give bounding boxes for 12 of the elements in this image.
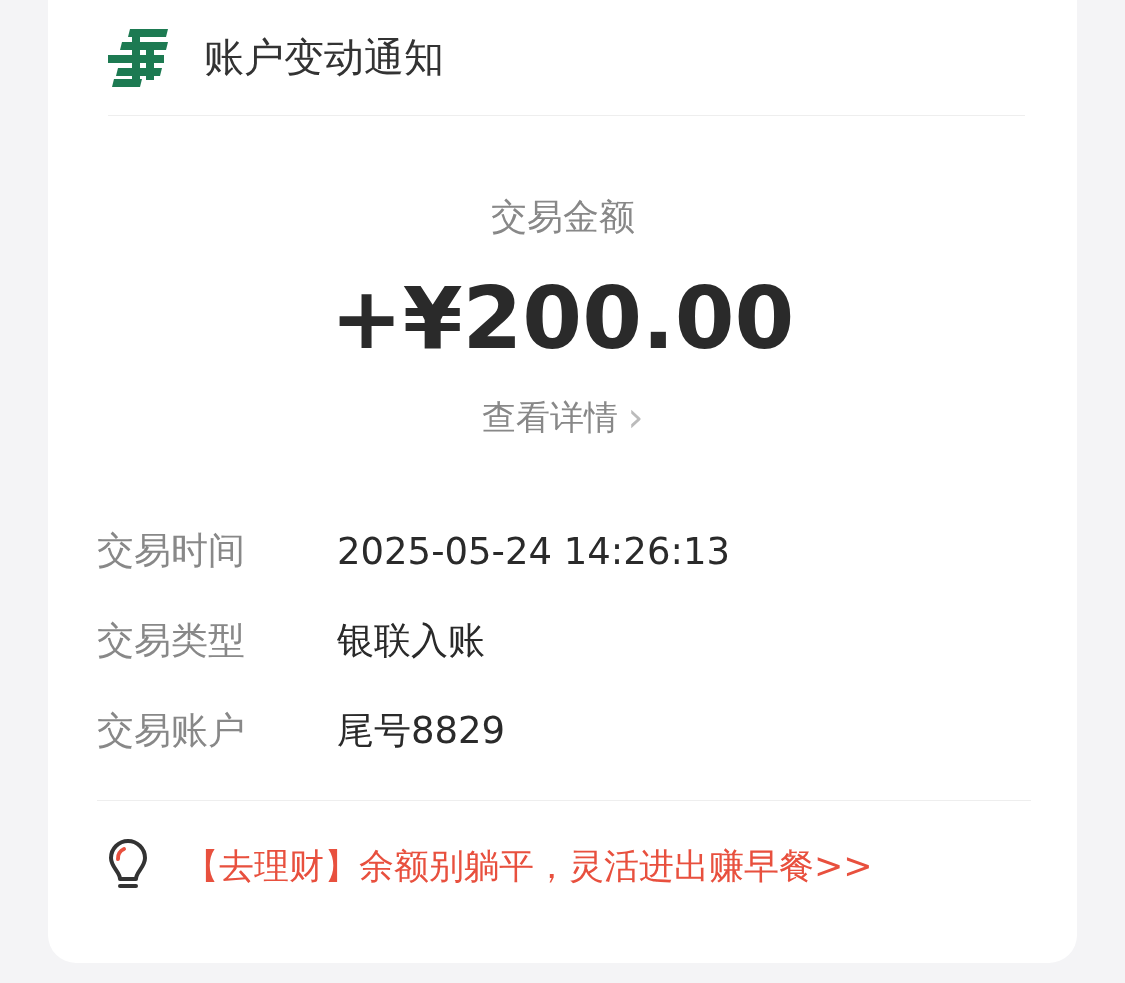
detail-value: 尾号8829 <box>337 708 506 754</box>
logo-icon <box>108 28 170 87</box>
detail-value: 银联入账 <box>337 618 485 664</box>
details-link[interactable]: 查看详情 › <box>481 392 644 442</box>
detail-value: 2025-05-24 14:26:13 <box>337 529 730 573</box>
detail-label: 交易账户 <box>97 708 246 754</box>
amount-label: 交易金额 <box>490 195 635 239</box>
window-title: 账户变动通知 <box>204 33 444 82</box>
promo-link[interactable]: 【去理财】余额别躺平，灵活进出赚早餐>> <box>184 842 873 890</box>
detail-label: 交易类型 <box>97 618 246 664</box>
detail-label: 交易时间 <box>97 528 246 574</box>
amount-value: +¥200.00 <box>330 268 795 368</box>
